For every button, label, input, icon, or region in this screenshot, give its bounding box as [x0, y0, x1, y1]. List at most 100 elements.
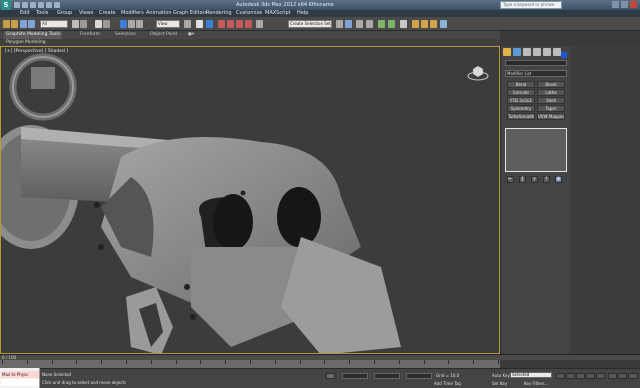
- pivot-center-icon[interactable]: [184, 20, 191, 28]
- z-coordinate-field[interactable]: [406, 373, 432, 379]
- add-time-tag[interactable]: Add Time Tag: [434, 381, 461, 386]
- schematic-view-icon[interactable]: [388, 20, 395, 28]
- tab-selection[interactable]: Selection: [115, 31, 136, 39]
- key-mode-dropdown[interactable]: Selected: [510, 372, 552, 378]
- align-icon[interactable]: [345, 20, 352, 28]
- mirror-icon[interactable]: [336, 20, 343, 28]
- render-setup-icon[interactable]: [412, 20, 419, 28]
- render-teapot-icon[interactable]: [440, 20, 447, 28]
- pan-icon[interactable]: [618, 373, 627, 379]
- menu-maxscript[interactable]: MAXScript: [265, 10, 291, 17]
- maxscript-output-line[interactable]: Max to Physc: [1, 371, 39, 378]
- modifier-bevel-button[interactable]: Bevel: [537, 81, 565, 88]
- key-filters-button[interactable]: Key Filters...: [524, 381, 548, 386]
- edit-named-selection-icon[interactable]: [256, 20, 263, 28]
- menu-rendering[interactable]: Rendering: [206, 10, 232, 17]
- pin-stack-icon[interactable]: ⇤: [507, 176, 514, 183]
- tab-graphite-modeling-tools[interactable]: Graphite Modeling Tools: [4, 31, 63, 39]
- menu-tools[interactable]: Tools: [36, 10, 48, 17]
- undo-icon[interactable]: [3, 20, 10, 28]
- modifier-bend-button[interactable]: Bend: [507, 81, 535, 88]
- menu-create[interactable]: Create: [99, 10, 116, 17]
- menu-group[interactable]: Group: [57, 10, 72, 17]
- spinner-snap-icon[interactable]: [245, 20, 252, 28]
- motion-tab-icon[interactable]: [533, 48, 541, 56]
- remove-modifier-icon[interactable]: †: [543, 176, 550, 183]
- modifier-stack-view[interactable]: [505, 128, 567, 172]
- open-file-icon[interactable]: [22, 2, 28, 8]
- keyboard-shortcut-toggle-icon[interactable]: [206, 20, 213, 28]
- polygon-modeling-label[interactable]: Polygon Modeling: [6, 39, 46, 46]
- orbit-icon[interactable]: [628, 373, 638, 379]
- auto-key-button[interactable]: Auto Key: [492, 373, 510, 378]
- maxscript-input-line[interactable]: [1, 379, 39, 386]
- viewport-label[interactable]: [+] [Perspective] [ Shaded ]: [5, 49, 68, 54]
- select-by-name-icon[interactable]: [80, 20, 87, 28]
- new-file-icon[interactable]: [14, 2, 20, 8]
- angle-snap-icon[interactable]: [227, 20, 234, 28]
- configure-modifier-sets-icon[interactable]: ▣: [555, 176, 562, 183]
- window-crossing-icon[interactable]: [103, 20, 110, 28]
- layer-manager-icon[interactable]: [356, 20, 363, 28]
- hierarchy-tab-icon[interactable]: [523, 48, 531, 56]
- ribbon-minimize-icon[interactable]: ●▾: [188, 31, 194, 39]
- selection-filter-dropdown[interactable]: All: [40, 20, 68, 28]
- menu-graph-editors[interactable]: Graph Editors: [173, 10, 207, 17]
- modifier-uvw-mapping-button[interactable]: UVW Mapping Clr: [537, 113, 565, 120]
- select-object-icon[interactable]: [72, 20, 79, 28]
- modifier-turbosmooth-button[interactable]: TurboSmooth: [507, 113, 535, 120]
- select-rotate-icon[interactable]: [128, 20, 135, 28]
- menu-edit[interactable]: Edit: [20, 10, 30, 17]
- go-to-start-icon[interactable]: [556, 373, 565, 379]
- rendered-frame-window-icon[interactable]: [421, 20, 428, 28]
- track-bar[interactable]: [0, 360, 500, 368]
- maxscript-listener[interactable]: Max to Physc: [0, 368, 40, 388]
- named-selection-dropdown[interactable]: Create Selection Set: [288, 20, 332, 28]
- select-manipulate-icon[interactable]: [196, 20, 203, 28]
- render-production-icon[interactable]: [430, 20, 437, 28]
- search-input[interactable]: Type a keyword or phrase: [500, 1, 562, 9]
- x-coordinate-field[interactable]: [342, 373, 368, 379]
- modifier-lathe-button[interactable]: Lathe: [537, 89, 565, 96]
- graphite-toggle-icon[interactable]: [366, 20, 373, 28]
- display-tab-icon[interactable]: [543, 48, 551, 56]
- object-color-swatch[interactable]: [561, 52, 567, 58]
- undo-icon[interactable]: [38, 2, 44, 8]
- modifier-ffd-button[interactable]: FFD 3x3x3: [507, 97, 535, 104]
- modifier-symmetry-button[interactable]: Symmetry: [507, 105, 535, 112]
- tab-freeform[interactable]: Freeform: [80, 31, 100, 39]
- select-move-icon[interactable]: [120, 20, 127, 28]
- play-icon[interactable]: [576, 373, 585, 379]
- material-editor-icon[interactable]: [400, 20, 407, 28]
- modifier-list-dropdown[interactable]: Modifier List: [505, 70, 567, 77]
- make-unique-icon[interactable]: ∨: [531, 176, 538, 183]
- unlink-icon[interactable]: [28, 20, 35, 28]
- select-link-icon[interactable]: [20, 20, 27, 28]
- select-scale-icon[interactable]: [136, 20, 143, 28]
- reference-coordinate-dropdown[interactable]: View: [156, 20, 180, 28]
- perspective-viewport[interactable]: [+] [Perspective] [ Shaded ]: [0, 46, 500, 354]
- project-folder-icon[interactable]: [54, 2, 60, 8]
- save-file-icon[interactable]: [30, 2, 36, 8]
- zoom-icon[interactable]: [608, 373, 617, 379]
- menu-views[interactable]: Views: [79, 10, 93, 17]
- menu-animation[interactable]: Animation: [146, 10, 172, 17]
- close-button[interactable]: [630, 1, 637, 8]
- app-icon[interactable]: S: [1, 0, 11, 10]
- menu-customize[interactable]: Customize: [236, 10, 262, 17]
- menu-help[interactable]: Help: [297, 10, 308, 17]
- curve-editor-icon[interactable]: [378, 20, 385, 28]
- maximize-button[interactable]: [621, 1, 628, 8]
- snaps-toggle-icon[interactable]: [218, 20, 225, 28]
- lock-selection-icon[interactable]: [326, 373, 335, 379]
- show-end-result-icon[interactable]: ‖: [519, 176, 526, 183]
- set-key-button[interactable]: Set Key: [492, 381, 507, 386]
- menu-modifiers[interactable]: Modifiers: [121, 10, 144, 17]
- create-tab-icon[interactable]: [503, 48, 511, 56]
- percent-snap-icon[interactable]: [236, 20, 243, 28]
- previous-frame-icon[interactable]: [566, 373, 575, 379]
- minimize-button[interactable]: [612, 1, 619, 8]
- redo-icon[interactable]: [46, 2, 52, 8]
- object-name-field[interactable]: [505, 60, 567, 66]
- viewcube-icon[interactable]: [467, 63, 489, 81]
